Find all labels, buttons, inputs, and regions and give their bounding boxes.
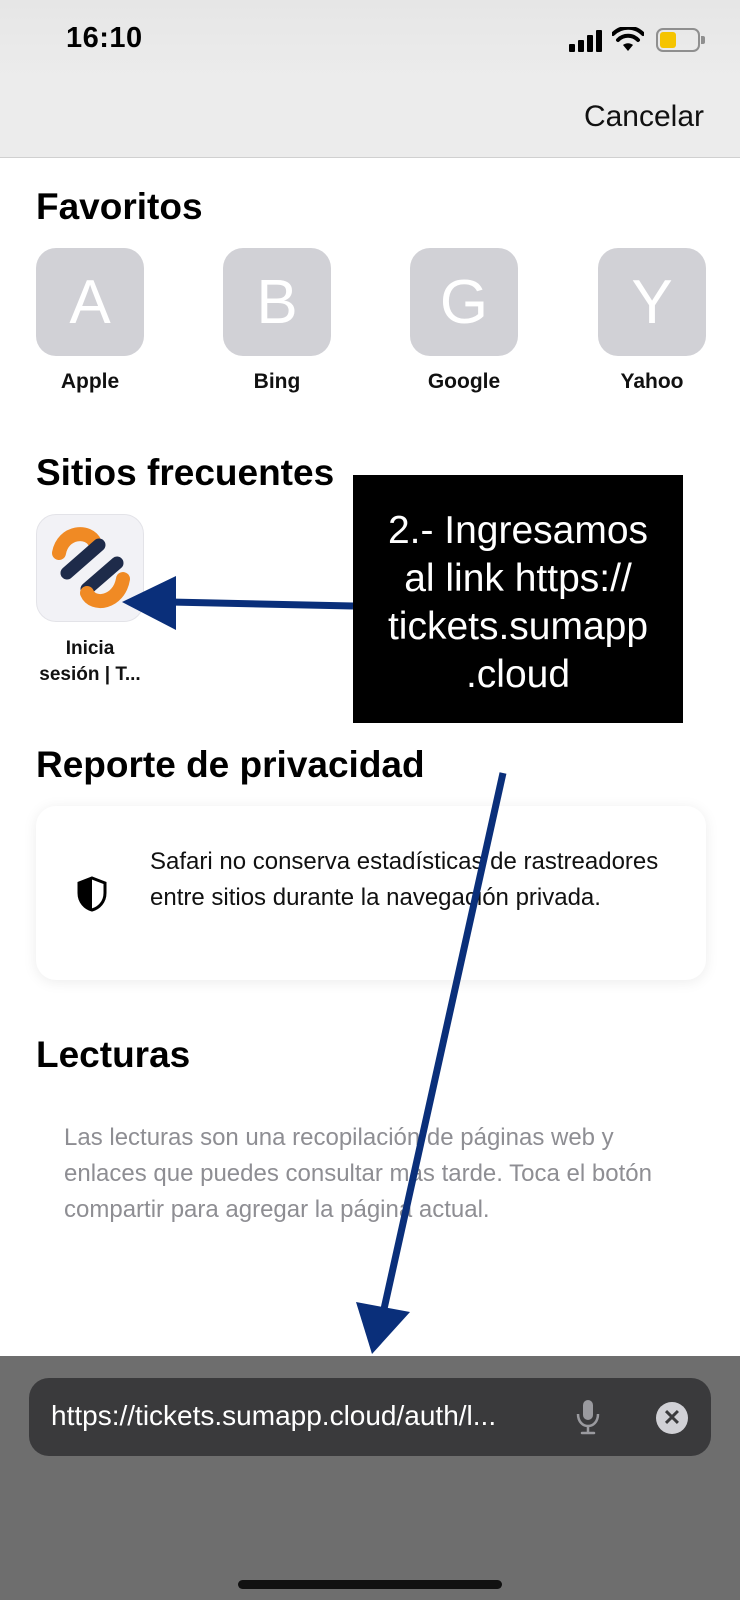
favorite-tile: A — [36, 248, 144, 356]
favorite-label: Bing — [253, 370, 301, 393]
sumapp-logo-icon — [36, 514, 144, 622]
shield-icon — [77, 876, 107, 912]
status-time: 16:10 — [66, 22, 143, 54]
frequent-site-label-line1: Inicia — [65, 638, 115, 659]
nav-bar: Cancelar — [0, 80, 740, 158]
privacy-report-text: Safari no conserva estadísticas de rastr… — [150, 848, 659, 911]
favorite-tile: G — [410, 248, 518, 356]
annotation-line: al link https:// — [404, 557, 632, 600]
favorite-label: Apple — [60, 370, 120, 393]
clear-icon[interactable]: ✕ — [656, 1402, 688, 1434]
privacy-report-card[interactable]: Safari no conserva estadísticas de rastr… — [36, 806, 706, 980]
frequent-site-label-line2: sesión | T... — [39, 664, 141, 685]
favorite-yahoo[interactable]: Y Yahoo — [598, 248, 706, 394]
reading-list-title: Lecturas — [36, 1034, 191, 1075]
home-indicator — [238, 1580, 502, 1589]
status-bar: 16:10 — [0, 0, 740, 80]
bottom-toolbar: https://tickets.sumapp.cloud/auth/l... ✕ — [0, 1356, 740, 1600]
favorite-apple[interactable]: A Apple — [36, 248, 144, 394]
favorite-letter: Y — [631, 267, 673, 337]
annotation-line: .cloud — [465, 653, 571, 696]
annotation-arrow-left — [122, 576, 354, 630]
favorite-tile: Y — [598, 248, 706, 356]
annotation-line: tickets.sumapp — [387, 605, 649, 648]
signal-icon — [569, 30, 603, 52]
favorite-tile: B — [223, 248, 331, 356]
favorite-letter: B — [256, 267, 298, 337]
frequent-sites-title: Sitios frecuentes — [36, 452, 335, 493]
favorite-letter: A — [69, 267, 111, 337]
frequent-site-label: Inicia sesión | T... — [36, 636, 144, 688]
microphone-icon[interactable] — [575, 1398, 601, 1436]
cancel-button[interactable]: Cancelar — [584, 100, 704, 134]
wifi-icon — [612, 27, 644, 51]
address-bar[interactable]: https://tickets.sumapp.cloud/auth/l... ✕ — [29, 1378, 711, 1456]
url-input[interactable]: https://tickets.sumapp.cloud/auth/l... — [51, 1400, 551, 1432]
favorites-title: Favoritos — [36, 186, 203, 227]
annotation-box: 2.- Ingresamos al link https:// tickets.… — [353, 475, 683, 723]
reading-list-text: Las lecturas son una recopilación de pág… — [64, 1124, 652, 1223]
favorite-label: Google — [427, 370, 501, 393]
favorites-grid: A Apple B Bing G Google Y Yahoo — [36, 248, 706, 398]
frequent-site-sumapp[interactable]: Inicia sesión | T... — [36, 514, 144, 688]
favorite-label: Yahoo — [620, 370, 684, 393]
favorite-bing[interactable]: B Bing — [223, 248, 331, 394]
battery-icon — [656, 28, 705, 52]
favorite-google[interactable]: G Google — [410, 248, 518, 394]
privacy-report-title: Reporte de privacidad — [36, 744, 425, 785]
annotation-line: 2.- Ingresamos — [387, 509, 649, 552]
favorite-letter: G — [439, 267, 489, 337]
